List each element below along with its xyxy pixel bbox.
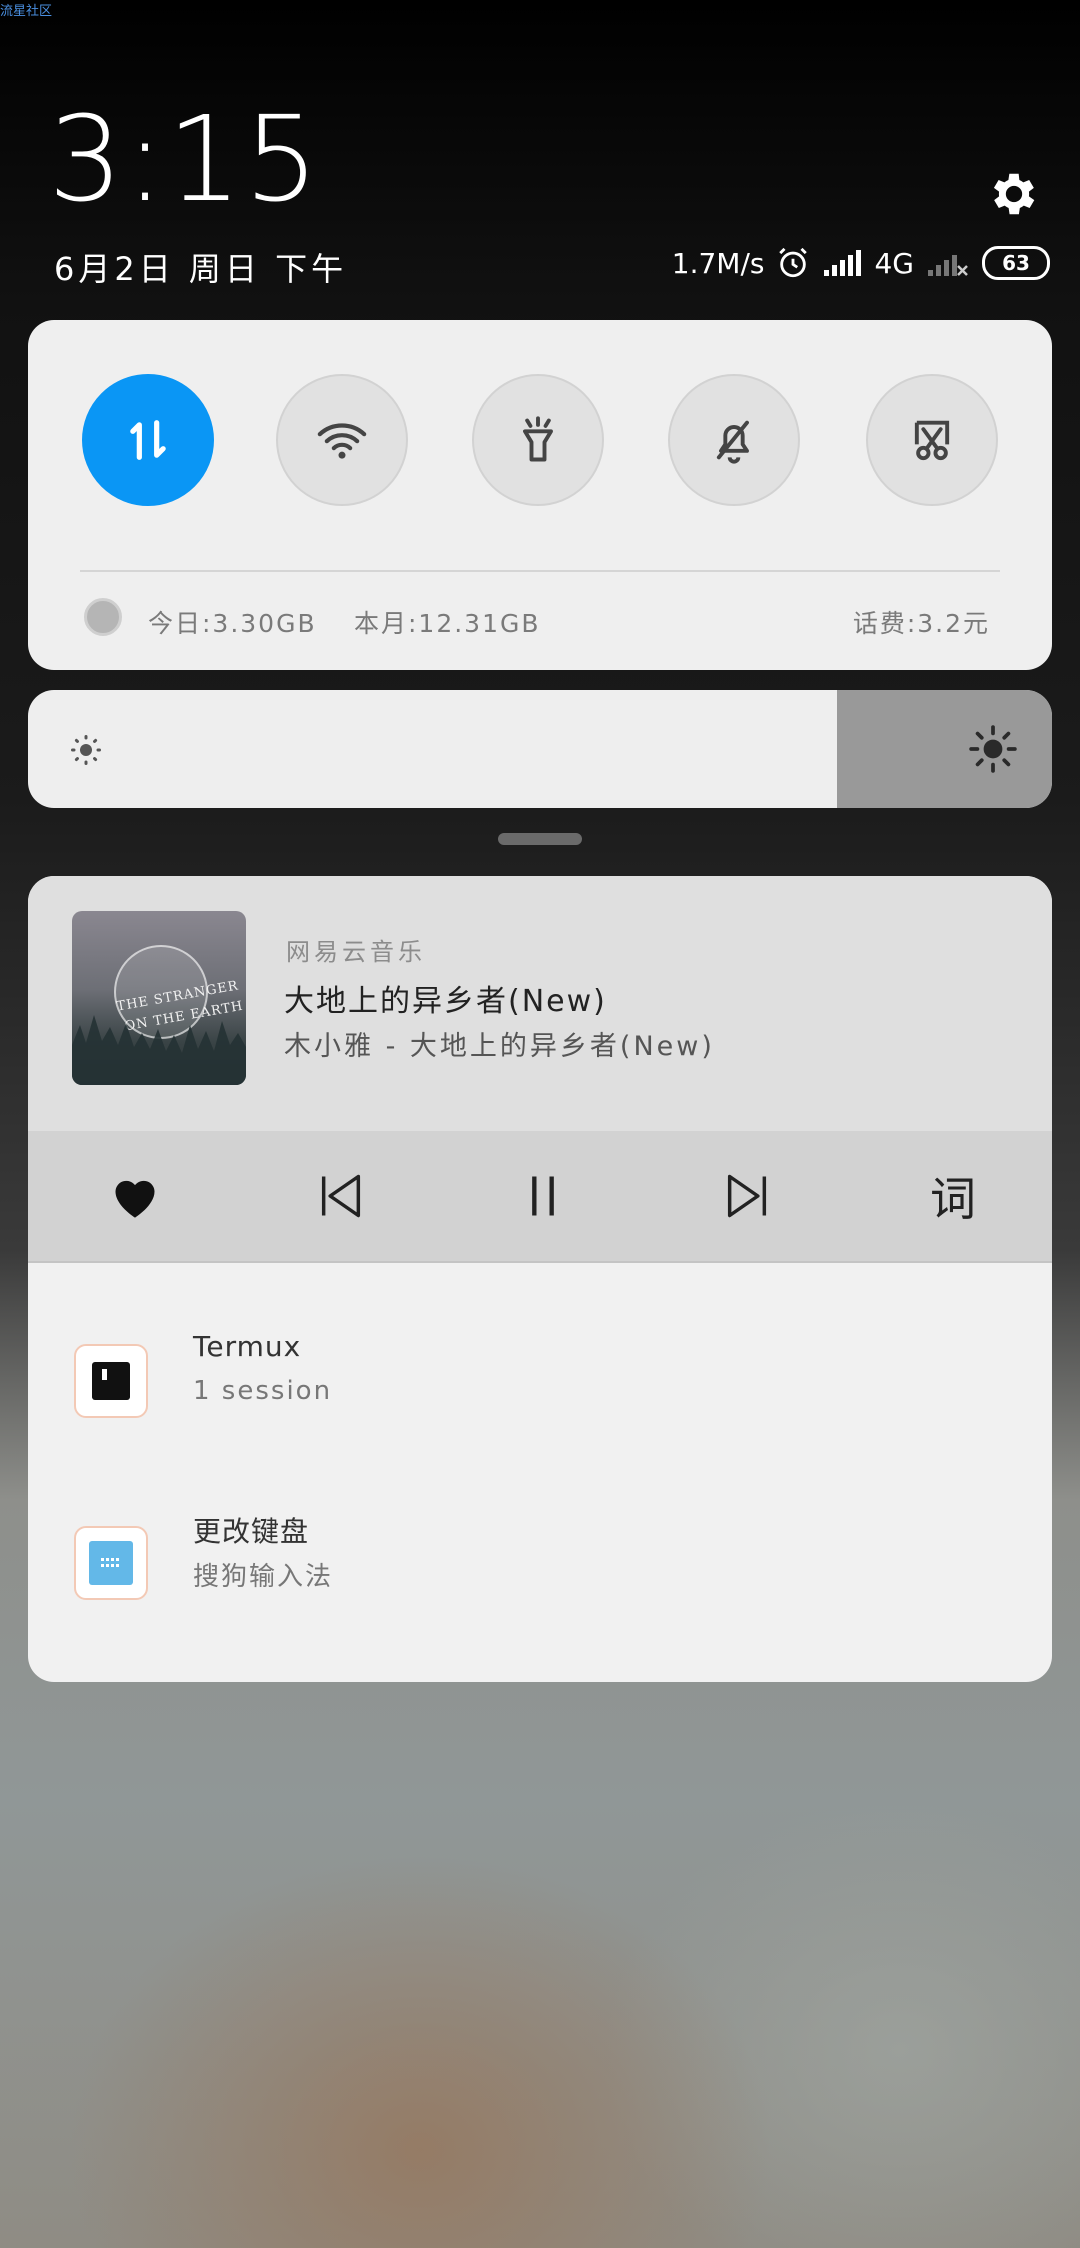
bell-off-icon <box>716 420 749 464</box>
scissors-screenshot-icon <box>914 420 950 461</box>
toggle-mute[interactable] <box>668 374 800 506</box>
phone-bill[interactable]: 话费:3.2元 <box>853 604 990 640</box>
song-title: 大地上的异乡者(New) <box>284 984 607 1019</box>
album-cover: THE STRANGER ON THE EARTH <box>72 911 246 1085</box>
notification-subtitle: 搜狗输入法 <box>193 1562 334 1592</box>
toggle-wifi[interactable] <box>276 374 408 506</box>
alarm-icon <box>779 247 808 278</box>
notification-title: Termux <box>193 1330 302 1363</box>
toggle-flashlight[interactable] <box>472 374 604 506</box>
pause-button[interactable] <box>506 1159 580 1233</box>
panel-drag-handle[interactable] <box>498 833 582 845</box>
brightness-low-icon <box>71 735 101 765</box>
previous-button[interactable] <box>304 1159 378 1233</box>
brightness-track-unfilled <box>837 690 1052 808</box>
status-bar: 1.7M/s 4G 63 <box>672 246 1050 280</box>
keyboard-icon <box>101 1558 119 1567</box>
next-button[interactable] <box>710 1159 784 1233</box>
clock-time[interactable]: 3:15 <box>48 100 321 218</box>
toggle-screenshot[interactable] <box>866 374 998 506</box>
quick-settings-divider <box>80 570 1000 572</box>
brightness-high-icon <box>969 725 1017 773</box>
pause-icon <box>532 1176 554 1216</box>
notification-subtitle: 1 session <box>193 1376 333 1406</box>
notification-title: 更改键盘 <box>193 1515 310 1548</box>
skip-previous-icon <box>321 1174 361 1218</box>
keyboard-app-icon <box>74 1526 148 1600</box>
brightness-slider[interactable] <box>28 690 1052 808</box>
signal-icon <box>824 250 862 276</box>
toggle-mobile-data[interactable] <box>82 374 214 506</box>
media-player[interactable]: THE STRANGER ON THE EARTH 网易云音乐 大地上的异乡者(… <box>28 876 1052 1131</box>
battery-indicator: 63 <box>982 246 1050 280</box>
termux-app-icon <box>74 1344 148 1418</box>
media-divider <box>28 1261 1052 1263</box>
quick-settings-panel: 今日:3.30GB 本月:12.31GB 话费:3.2元 <box>28 320 1052 670</box>
wifi-icon <box>317 423 367 459</box>
data-arrows-icon <box>130 420 166 460</box>
flashlight-icon <box>523 416 553 462</box>
media-app-name: 网易云音乐 <box>286 938 426 966</box>
data-usage-icon <box>84 598 122 636</box>
watermark: 流星社区 <box>0 4 53 19</box>
media-controls: 词 <box>28 1131 1052 1261</box>
like-button[interactable] <box>98 1159 172 1233</box>
heart-icon <box>115 1180 155 1218</box>
network-type: 4G <box>874 246 914 280</box>
clock-date[interactable]: 6月2日 周日 下午 <box>54 244 347 290</box>
signal-no-service-icon <box>928 255 968 276</box>
lyrics-button[interactable]: 词 <box>916 1159 990 1233</box>
usage-month[interactable]: 本月:12.31GB <box>354 604 541 640</box>
usage-today[interactable]: 今日:3.30GB <box>148 604 317 640</box>
notification-panel: THE STRANGER ON THE EARTH 网易云音乐 大地上的异乡者(… <box>28 876 1052 1682</box>
settings-gear-icon[interactable] <box>986 166 1042 222</box>
network-speed: 1.7M/s <box>671 246 765 280</box>
song-artist: 木小雅 - 大地上的异乡者(New) <box>284 1031 715 1062</box>
skip-next-icon <box>727 1174 767 1218</box>
